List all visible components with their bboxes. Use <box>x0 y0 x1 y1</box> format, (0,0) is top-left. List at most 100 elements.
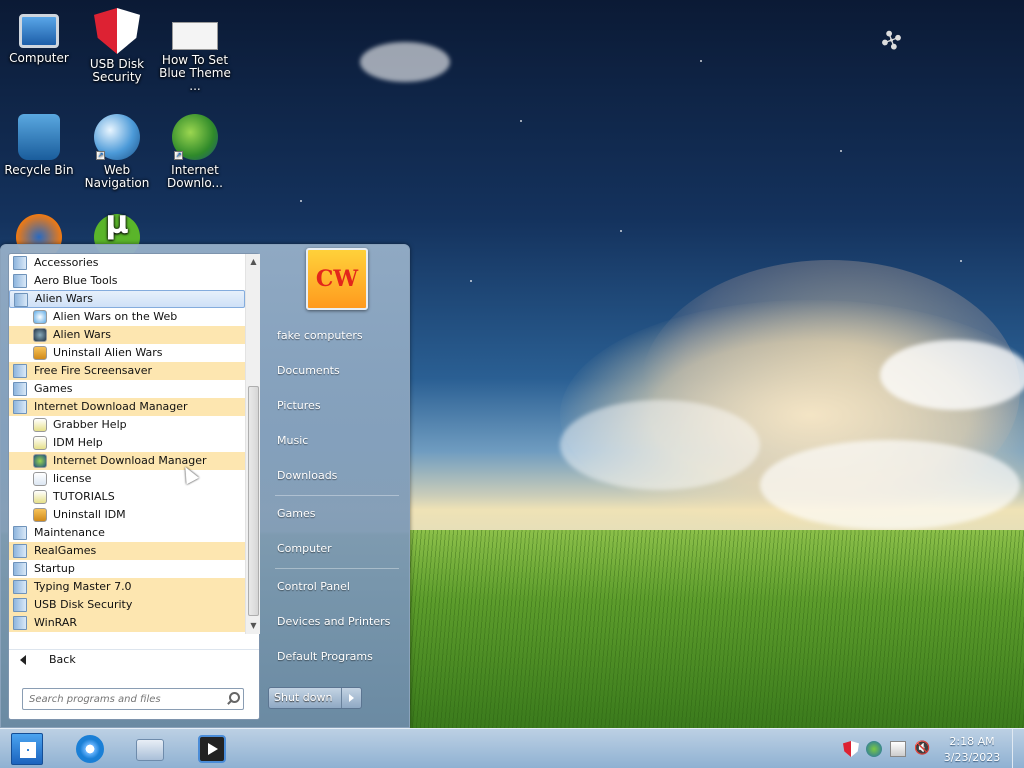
shortcut-arrow-icon: ↗ <box>174 151 183 160</box>
right-item-downloads[interactable]: Downloads <box>269 463 401 489</box>
volume-muted-icon[interactable]: 🔇 <box>914 741 930 757</box>
search-box[interactable] <box>22 688 244 710</box>
program-label: Maintenance <box>34 526 105 539</box>
shortcut-arrow-icon: ↗ <box>96 151 105 160</box>
program-item[interactable]: Uninstall IDM <box>9 506 245 524</box>
program-label: Typing Master 7.0 <box>34 580 132 593</box>
back-label: Back <box>49 653 76 666</box>
program-folder[interactable]: Typing Master 7.0 <box>9 578 245 596</box>
windows-logo-icon <box>20 742 36 758</box>
taskbar-internet-explorer[interactable] <box>70 732 110 766</box>
scrollbar-thumb[interactable] <box>248 386 259 616</box>
taskbar-windows-explorer[interactable] <box>130 732 170 766</box>
program-label: Games <box>34 382 73 395</box>
program-folder[interactable]: Aero Blue Tools <box>9 272 245 290</box>
program-list-scrollbar[interactable]: ▲ ▼ <box>245 254 260 634</box>
folder-icon <box>13 598 27 612</box>
desktop-icon-recycle-bin[interactable]: Recycle Bin <box>0 114 78 177</box>
program-label: Aero Blue Tools <box>34 274 118 287</box>
program-item[interactable]: Grabber Help <box>9 416 245 434</box>
start-menu: Accessories Aero Blue Tools Alien Wars Alie… <box>0 244 410 728</box>
desktop-icon-usb-disk-security[interactable]: USB Disk Security <box>78 8 156 84</box>
taskbar-media-player[interactable] <box>192 732 232 766</box>
folder-icon <box>14 293 28 307</box>
start-button[interactable] <box>11 733 43 765</box>
program-item[interactable]: Internet Download Manager <box>9 452 245 470</box>
document-icon <box>172 22 218 50</box>
program-item[interactable]: Alien Wars <box>9 326 245 344</box>
clock-time: 2:18 AM <box>949 735 995 748</box>
program-folder[interactable]: Alien Wars <box>9 290 245 308</box>
system-clock[interactable]: 2:18 AM 3/23/2023 <box>940 734 1004 766</box>
program-folder[interactable]: Free Fire Screensaver <box>9 362 245 380</box>
program-label: Accessories <box>34 256 99 269</box>
program-folder[interactable]: WinRAR <box>9 614 245 632</box>
scroll-up-icon[interactable]: ▲ <box>246 254 261 269</box>
program-label: Alien Wars <box>53 328 112 341</box>
help-file-icon <box>33 490 47 504</box>
folder-icon <box>13 616 27 630</box>
desktop-icon-label: Internet Downlo... <box>167 163 223 190</box>
right-item-devices-printers[interactable]: Devices and Printers <box>269 609 401 635</box>
show-desktop-button[interactable] <box>1012 729 1024 768</box>
back-button[interactable]: Back <box>9 649 259 669</box>
start-menu-left-pane: Accessories Aero Blue Tools Alien Wars Alie… <box>8 253 260 720</box>
program-folder[interactable]: RealGames <box>9 542 245 560</box>
program-label: Internet Download Manager <box>34 400 188 413</box>
right-item-documents[interactable]: Documents <box>269 358 401 384</box>
program-item[interactable]: TUTORIALS <box>9 488 245 506</box>
scroll-down-icon[interactable]: ▼ <box>246 618 261 633</box>
wallpaper-grass <box>410 530 1024 728</box>
idm-icon: ↗ <box>172 114 218 160</box>
desktop-icon-web-navigation[interactable]: ↗ Web Navigation <box>78 114 156 190</box>
desktop-icon-computer[interactable]: Computer <box>0 8 78 65</box>
media-player-icon <box>198 735 226 763</box>
program-label: Alien Wars <box>35 292 94 305</box>
shutdown-options-arrow-icon[interactable] <box>341 688 361 708</box>
usb-disk-security-icon <box>94 8 140 54</box>
program-folder[interactable]: Startup <box>9 560 245 578</box>
desktop-icon-label: Web Navigation <box>84 163 150 190</box>
right-item-default-programs[interactable]: Default Programs <box>269 644 401 670</box>
program-folder[interactable]: USB Disk Security <box>9 596 245 614</box>
program-label: Free Fire Screensaver <box>34 364 153 377</box>
recycle-bin-icon <box>18 114 60 160</box>
program-label: license <box>53 472 92 485</box>
program-label: Internet Download Manager <box>53 454 207 467</box>
wallpaper-cloud <box>760 440 1020 530</box>
program-folder[interactable]: Accessories <box>9 254 245 272</box>
desktop-icon-blue-theme-doc[interactable]: How To Set Blue Theme ... <box>156 8 234 93</box>
folder-icon <box>13 364 27 378</box>
shutdown-button[interactable]: Shut down <box>268 687 362 709</box>
network-tray-icon[interactable] <box>866 741 882 757</box>
program-label: TUTORIALS <box>53 490 115 503</box>
user-picture[interactable]: CW <box>306 248 368 310</box>
desktop-icon-idm[interactable]: ↗ Internet Downlo... <box>156 114 234 190</box>
action-center-icon[interactable] <box>890 741 906 757</box>
right-item-fake-computers[interactable]: fake computers <box>269 323 401 349</box>
right-pane-separator <box>275 495 399 496</box>
program-folder[interactable]: Games <box>9 380 245 398</box>
search-icon[interactable] <box>226 692 240 705</box>
program-folder[interactable]: Internet Download Manager <box>9 398 245 416</box>
program-item[interactable]: license <box>9 470 245 488</box>
program-folder[interactable]: Maintenance <box>9 524 245 542</box>
right-pane-separator <box>275 568 399 569</box>
program-item[interactable]: IDM Help <box>9 434 245 452</box>
usb-disk-security-tray-icon[interactable] <box>843 741 859 757</box>
right-item-computer[interactable]: Computer <box>269 536 401 562</box>
right-item-control-panel[interactable]: Control Panel <box>269 574 401 600</box>
program-item[interactable]: Uninstall Alien Wars <box>9 344 245 362</box>
right-item-games[interactable]: Games <box>269 501 401 527</box>
program-label: Startup <box>34 562 75 575</box>
right-item-music[interactable]: Music <box>269 428 401 454</box>
folder-icon <box>13 274 27 288</box>
right-item-pictures[interactable]: Pictures <box>269 393 401 419</box>
search-input[interactable] <box>23 689 213 709</box>
program-label: USB Disk Security <box>34 598 133 611</box>
program-item[interactable]: Alien Wars on the Web <box>9 308 245 326</box>
help-file-icon <box>33 436 47 450</box>
program-label: RealGames <box>34 544 97 557</box>
wallpaper-cloud <box>560 400 760 490</box>
program-label: Grabber Help <box>53 418 127 431</box>
